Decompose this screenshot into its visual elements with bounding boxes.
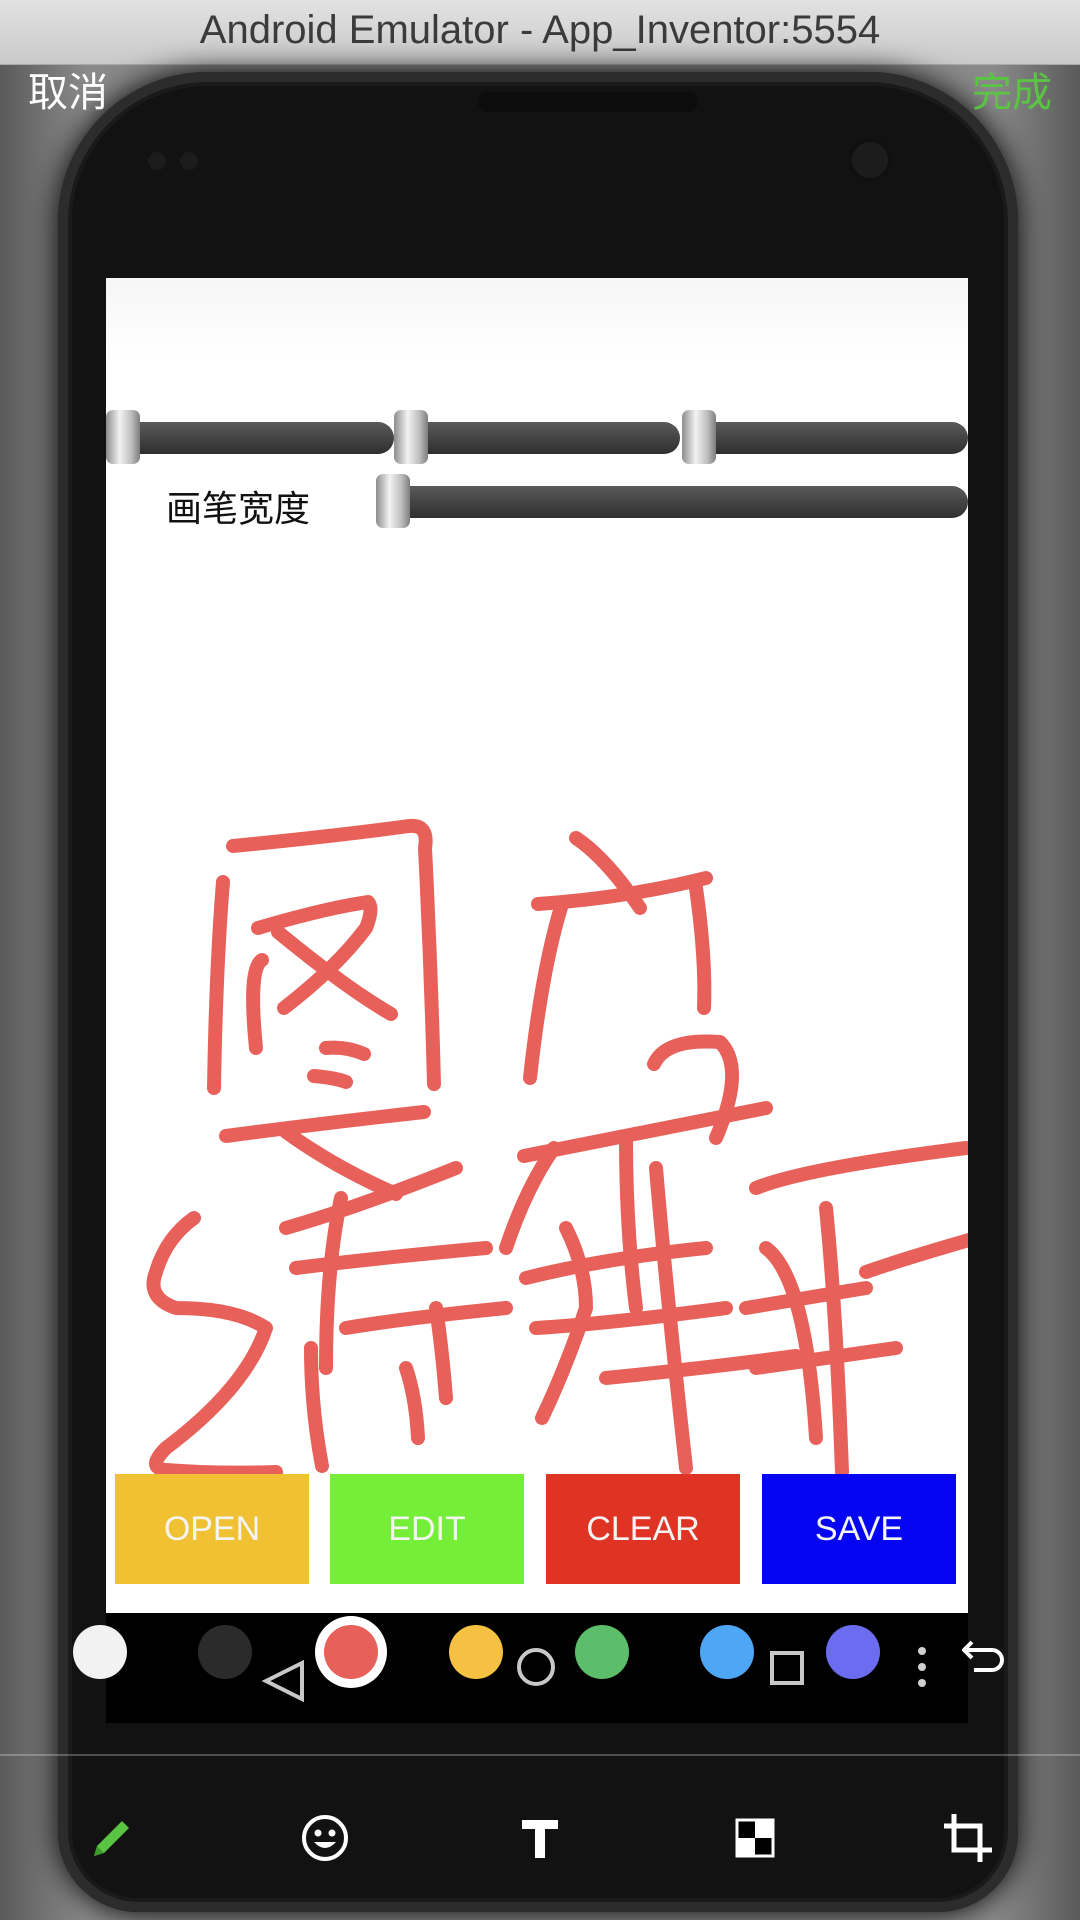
drawing-stroke <box>759 1241 823 1445</box>
drawing-stroke <box>499 1141 561 1255</box>
open-button[interactable]: OPEN <box>115 1474 309 1584</box>
drawing-stroke <box>519 1241 713 1285</box>
edit-button[interactable]: EDIT <box>330 1474 524 1584</box>
drawing-stroke <box>307 1069 353 1089</box>
save-button[interactable]: SAVE <box>762 1474 956 1584</box>
drawing-stroke <box>689 881 712 1015</box>
nav-recents-icon <box>770 1651 804 1685</box>
undo-icon[interactable] <box>960 1628 1010 1678</box>
drawing-stroke <box>517 1101 773 1163</box>
color-swatch-yellow[interactable] <box>449 1625 503 1679</box>
color-swatch-green[interactable] <box>575 1625 629 1679</box>
color-swatch-red[interactable] <box>324 1625 378 1679</box>
drawing-stroke <box>279 1125 403 1201</box>
nav-back-icon <box>261 1659 304 1703</box>
nav-home-icon <box>517 1648 555 1686</box>
phone-sensors <box>148 152 218 172</box>
color-swatch-blue[interactable] <box>700 1625 754 1679</box>
drawing-stroke <box>289 1241 493 1275</box>
drawing-stroke <box>819 1201 849 1479</box>
drawing-stroke <box>246 953 269 1055</box>
crop-icon[interactable] <box>940 1810 996 1866</box>
drawing-stroke <box>859 1233 968 1279</box>
color-swatch-purple[interactable] <box>826 1625 880 1679</box>
color-swatch-black[interactable] <box>198 1625 252 1679</box>
phone-camera <box>852 142 888 178</box>
drawing-stroke <box>749 1141 968 1195</box>
cancel-button[interactable]: 取消 <box>28 60 108 118</box>
drawing-stroke <box>339 1301 513 1335</box>
drawing-stroke <box>739 1281 873 1315</box>
drawing-canvas[interactable] <box>106 278 968 1613</box>
emoji-icon[interactable] <box>297 1810 353 1866</box>
clear-button[interactable]: CLEAR <box>546 1474 740 1584</box>
more-icon[interactable] <box>916 1645 928 1689</box>
drawing-stroke <box>207 875 230 1095</box>
color-swatch-white[interactable] <box>73 1625 127 1679</box>
drawing-stroke <box>319 1040 371 1061</box>
emulator-titlebar: Android Emulator - App_Inventor:5554 <box>0 0 1080 65</box>
app-screen: 画笔宽度 OPEN EDIT CLEAR SAVE <box>106 278 968 1613</box>
drawing-stroke <box>399 1361 425 1445</box>
drawing-stroke <box>429 1301 453 1405</box>
drawing-stroke <box>319 1191 348 1375</box>
drawing-stroke <box>219 1105 431 1143</box>
drawing-stroke <box>146 1211 283 1480</box>
pencil-icon[interactable] <box>84 1810 140 1866</box>
toolbar-divider <box>0 1754 1080 1756</box>
mosaic-icon[interactable] <box>727 1810 783 1866</box>
text-icon[interactable] <box>512 1810 568 1866</box>
window-title: Android Emulator - App_Inventor:5554 <box>199 8 881 52</box>
done-button[interactable]: 完成 <box>972 60 1052 118</box>
phone-speaker <box>478 92 698 112</box>
drawing-stroke <box>523 897 569 1085</box>
drawing-stroke <box>619 1131 643 1315</box>
